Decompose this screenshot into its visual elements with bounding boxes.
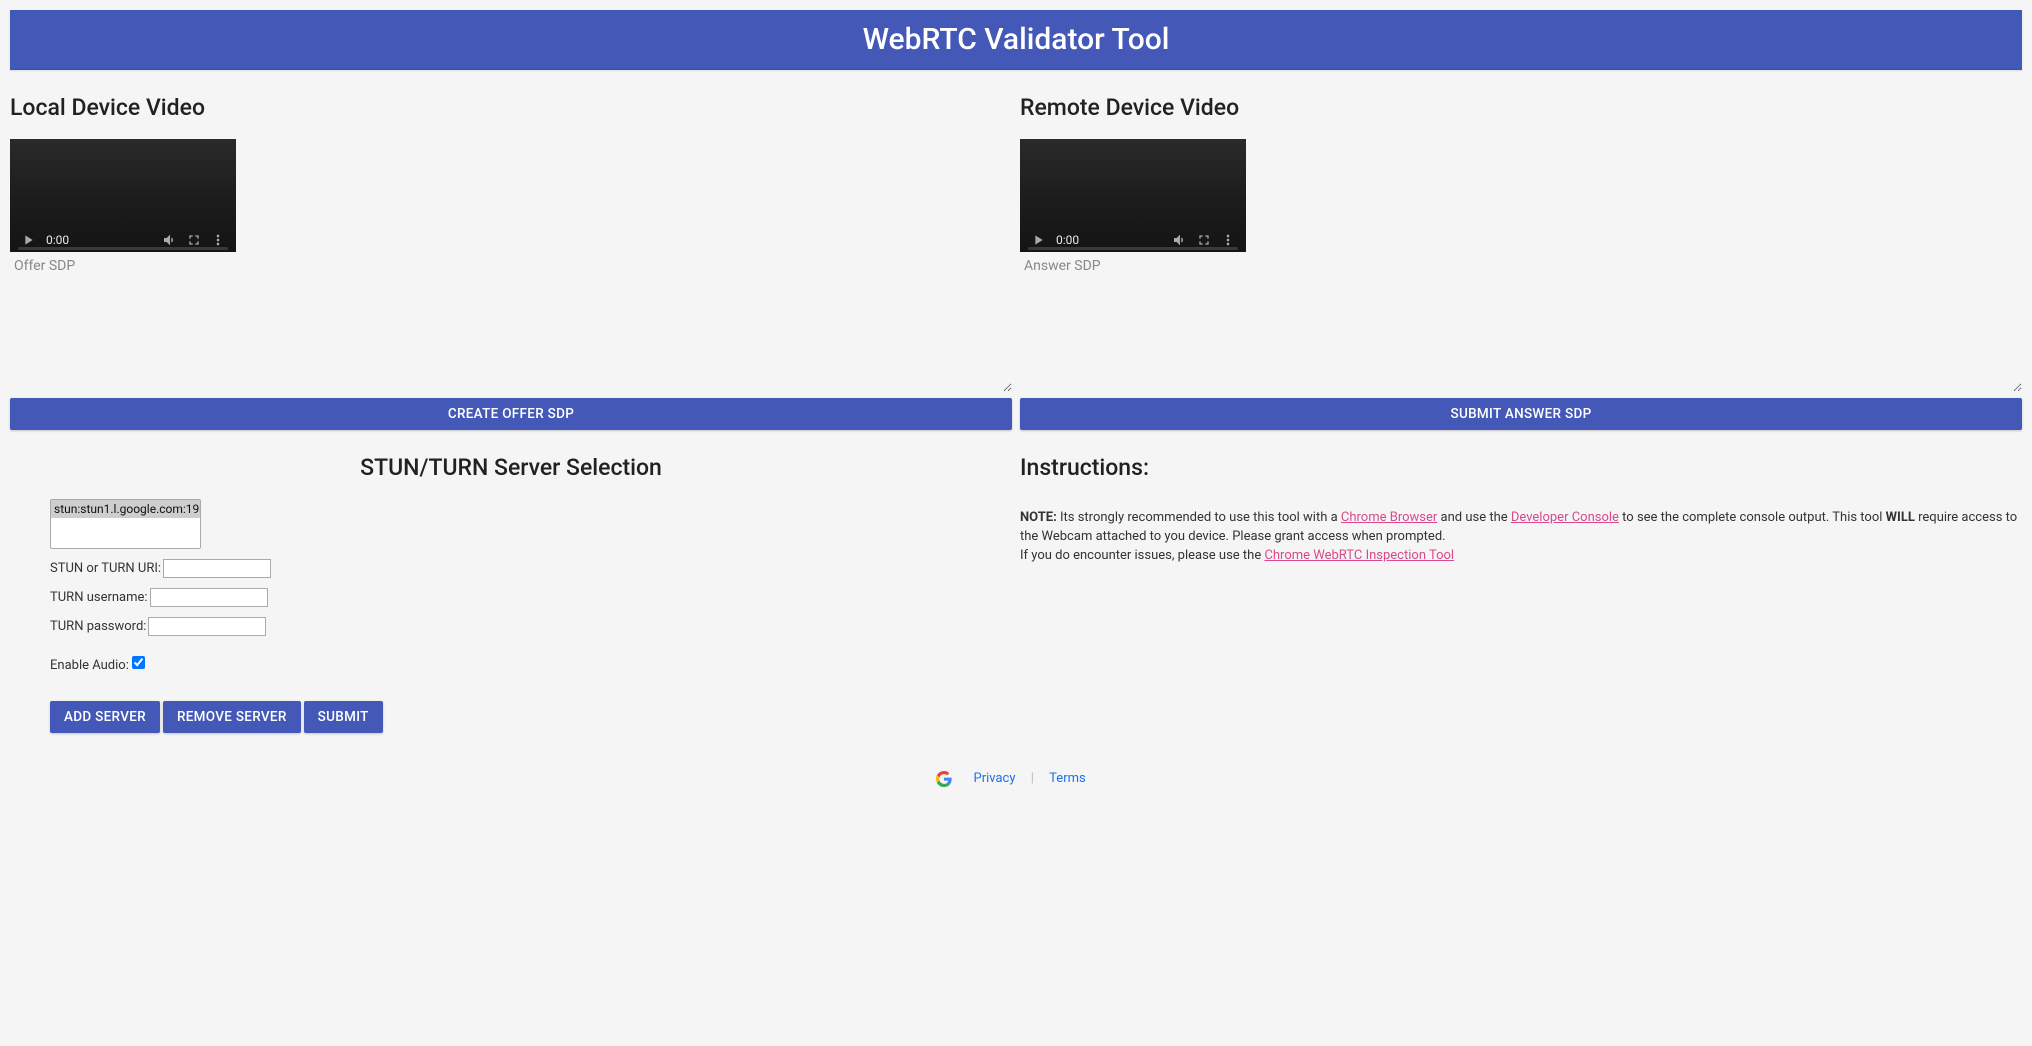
developer-console-link[interactable]: Developer Console <box>1511 510 1619 525</box>
note-label: NOTE: <box>1020 510 1057 525</box>
username-label: TURN username: <box>50 590 148 605</box>
submit-answer-button[interactable]: Submit Answer SDP <box>1020 398 2022 430</box>
remove-server-button[interactable]: Remove Server <box>163 701 301 733</box>
server-option[interactable]: stun:stun1.l.google.com:19302 <box>51 500 200 518</box>
submit-servers-button[interactable]: Submit <box>304 701 383 733</box>
chrome-browser-link[interactable]: Chrome Browser <box>1341 510 1437 525</box>
password-label: TURN password: <box>50 619 146 634</box>
turn-username-input[interactable] <box>150 588 268 607</box>
google-logo-icon <box>936 771 952 787</box>
local-video-player[interactable]: 0:00 <box>10 139 236 252</box>
footer: Privacy | Terms <box>10 771 2022 787</box>
uri-input[interactable] <box>163 559 271 578</box>
server-block: stun:stun1.l.google.com:19302 STUN or TU… <box>10 499 1012 733</box>
enable-audio-checkbox[interactable] <box>132 656 145 669</box>
fullscreen-icon[interactable] <box>186 232 202 248</box>
turn-password-input[interactable] <box>148 617 266 636</box>
local-column: Local Device Video 0:00 Create Of <box>10 70 1012 733</box>
main-columns: Local Device Video 0:00 Create Of <box>10 70 2022 733</box>
privacy-link[interactable]: Privacy <box>974 771 1016 786</box>
offer-sdp-textarea[interactable] <box>10 252 1012 392</box>
footer-separator: | <box>1031 771 1034 786</box>
remote-video-time: 0:00 <box>1056 233 1079 247</box>
local-video-time: 0:00 <box>46 233 69 247</box>
local-video-seekbar[interactable] <box>18 247 228 250</box>
page-header: WebRTC Validator Tool <box>10 10 2022 70</box>
instructions-heading: Instructions: <box>1020 454 2022 481</box>
server-button-row: Add Server Remove Server Submit <box>50 701 972 733</box>
uri-label: STUN or TURN URI: <box>50 561 161 576</box>
remote-column: Remote Device Video 0:00 Submit A <box>1020 70 2022 733</box>
remote-video-heading: Remote Device Video <box>1020 94 2022 121</box>
answer-sdp-textarea[interactable] <box>1020 252 2022 392</box>
fullscreen-icon[interactable] <box>1196 232 1212 248</box>
audio-label: Enable Audio: <box>50 658 129 673</box>
server-list[interactable]: stun:stun1.l.google.com:19302 <box>50 499 201 549</box>
instr-text-1: Its strongly recommended to use this too… <box>1057 510 1341 525</box>
play-icon[interactable] <box>1030 232 1046 248</box>
more-icon[interactable] <box>1220 232 1236 248</box>
add-server-button[interactable]: Add Server <box>50 701 160 733</box>
remote-video-player[interactable]: 0:00 <box>1020 139 1246 252</box>
instructions-text: NOTE: Its strongly recommended to use th… <box>1020 509 2022 566</box>
remote-video-seekbar[interactable] <box>1028 247 1238 250</box>
create-offer-button[interactable]: Create Offer SDP <box>10 398 1012 430</box>
play-icon[interactable] <box>20 232 36 248</box>
instr-text-3: to see the complete console output. This… <box>1619 510 1886 525</box>
page-title: WebRTC Validator Tool <box>863 22 1170 57</box>
instr-text-2: and use the <box>1437 510 1511 525</box>
more-icon[interactable] <box>210 232 226 248</box>
local-video-heading: Local Device Video <box>10 94 1012 121</box>
volume-icon[interactable] <box>162 232 178 248</box>
username-row: TURN username: <box>50 588 972 607</box>
webrtc-inspection-link[interactable]: Chrome WebRTC Inspection Tool <box>1264 548 1454 563</box>
issues-prefix: If you do encounter issues, please use t… <box>1020 548 1264 563</box>
servers-heading: STUN/TURN Server Selection <box>10 454 1012 481</box>
uri-row: STUN or TURN URI: <box>50 559 972 578</box>
password-row: TURN password: <box>50 617 972 636</box>
audio-row: Enable Audio: <box>50 656 972 673</box>
terms-link[interactable]: Terms <box>1049 771 1086 786</box>
volume-icon[interactable] <box>1172 232 1188 248</box>
will-word: WILL <box>1886 510 1915 525</box>
